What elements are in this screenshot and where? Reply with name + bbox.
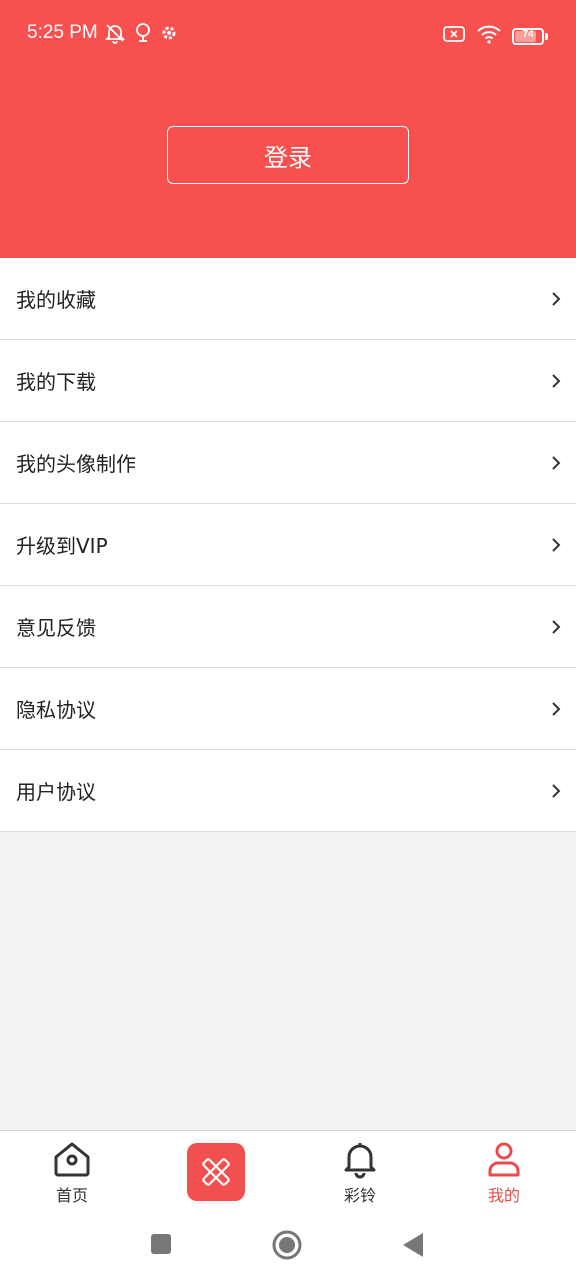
location-icon [134,22,152,48]
login-button[interactable]: 登录 [167,126,409,184]
chevron-right-icon [552,701,561,716]
back-icon[interactable] [402,1232,424,1258]
menu-item-feedback[interactable]: 意见反馈 [0,586,576,668]
settings-icon [160,24,178,46]
recents-icon[interactable] [150,1233,172,1255]
create-button[interactable] [187,1143,245,1201]
battery-level: 74 [522,28,534,40]
nav-label-home: 首页 [55,1186,88,1205]
chevron-right-icon [552,619,561,634]
mute-icon [104,22,126,48]
chevron-right-icon [552,783,561,798]
menu-item-label: 隐私协议 [16,698,96,722]
nav-tab-ringtone[interactable]: 彩铃 [288,1131,432,1214]
sim-off-icon [442,24,466,48]
chevron-right-icon [552,537,561,552]
nav-tab-home[interactable]: 首页 [0,1131,144,1214]
chevron-right-icon [552,455,561,470]
pencil-ruler-icon [202,1158,230,1186]
bell-icon [344,1143,376,1179]
user-icon [488,1142,520,1177]
home-icon [54,1142,90,1177]
menu-item-label: 用户协议 [16,780,96,804]
menu-item-label: 升级到VIP [16,534,108,558]
menu-list: 我的收藏 我的下载 我的头像制作 升级到VIP 意见反馈 隐私协议 用户协议 [0,258,576,832]
menu-item-label: 我的头像制作 [16,452,136,476]
bottom-nav: 首页 彩铃 我的 [0,1130,576,1214]
status-bar: 5:25 PM 74 [0,0,576,72]
menu-item-label: 意见反馈 [16,616,96,640]
menu-item-label: 我的下载 [16,370,96,394]
menu-item-avatar-maker[interactable]: 我的头像制作 [0,422,576,504]
home-circle-icon[interactable] [272,1230,302,1260]
menu-item-label: 我的收藏 [16,288,96,312]
menu-item-user-agreement[interactable]: 用户协议 [0,750,576,832]
nav-label-mine: 我的 [487,1186,520,1205]
chevron-right-icon [552,291,561,306]
system-nav-bar [0,1214,576,1280]
status-time: 5:25 PM [27,22,98,43]
profile-header: 5:25 PM 74 登录 [0,0,576,258]
chevron-right-icon [552,373,561,388]
menu-item-downloads[interactable]: 我的下载 [0,340,576,422]
menu-item-upgrade-vip[interactable]: 升级到VIP [0,504,576,586]
menu-item-favorites[interactable]: 我的收藏 [0,258,576,340]
menu-item-privacy[interactable]: 隐私协议 [0,668,576,750]
nav-tab-mine[interactable]: 我的 [432,1131,576,1214]
nav-label-ringtone: 彩铃 [343,1186,376,1205]
battery-icon: 74 [512,27,548,45]
wifi-icon [476,24,502,48]
